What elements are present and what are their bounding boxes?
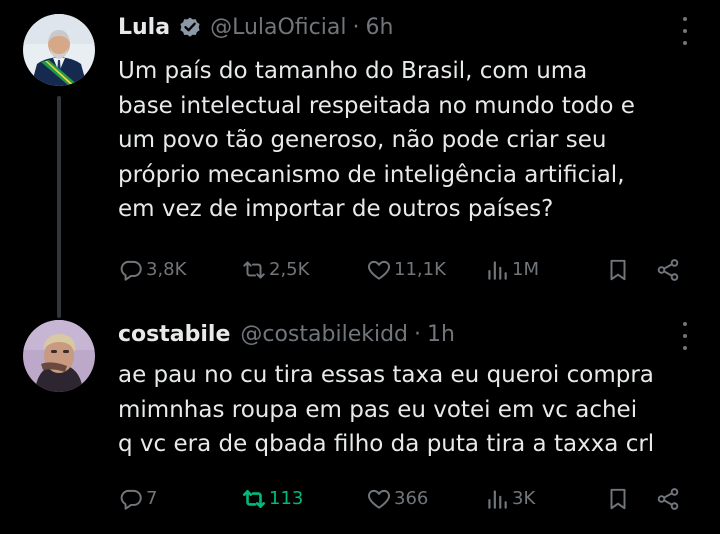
tweet-text-line: um povo tão generoso, não pode criar seu [118,127,607,153]
retweet-icon [243,261,265,279]
like-count: 366 [394,488,429,509]
display-name[interactable]: costabile [118,322,230,347]
tweet-text-line: base intelectual respeitada no mundo tod… [118,92,635,119]
share-icon [657,259,679,281]
share-icon [657,488,679,510]
like-icon [368,489,390,509]
tweet-lula[interactable]: Lula @LulaOficial · 6h Um país do tamanh… [0,0,720,318]
tweet-text-line: ae pau no cu tira essas taxa eu queroi c… [118,362,654,388]
tweet-header: Lula @LulaOficial · 6h [118,11,393,43]
bookmark-icon [610,488,626,510]
timestamp[interactable]: 1h [427,322,455,347]
share-button[interactable] [655,255,683,285]
handle[interactable]: @LulaOficial [210,15,346,40]
views-button[interactable]: 3K [484,484,535,514]
more-icon[interactable] [680,17,690,45]
reply-button[interactable]: 3,8K [118,255,186,285]
reply-count: 7 [146,488,158,509]
avatar[interactable] [23,320,95,392]
like-icon [368,260,390,280]
action-bar: 3,8K 2,5K 11,1K 1M [0,255,720,285]
like-count: 11,1K [394,259,446,280]
avatar[interactable] [23,14,95,86]
views-button[interactable]: 1M [484,255,539,285]
tweet-text-line: Um país do tamanho do Brasil, com uma [118,58,588,84]
retweet-button[interactable]: 2,5K [241,255,309,285]
retweet-button[interactable]: 113 [241,484,303,514]
handle[interactable]: @costabilekidd [240,322,408,347]
tweet-text: Um país do tamanho do Brasil, com uma ba… [118,54,708,227]
bookmark-button[interactable] [605,484,633,514]
views-icon [488,261,507,280]
tweet-text-line: q vc era de qbada filho da puta tira a t… [118,431,655,457]
reply-icon [120,489,142,510]
retweet-count: 2,5K [269,259,310,280]
display-name[interactable]: Lula [118,15,170,40]
tweet-text-line: em vez de importar de outros países? [118,196,554,222]
bookmark-button[interactable] [605,255,633,285]
reply-icon [120,260,142,281]
verified-icon [178,15,202,39]
retweet-icon [242,490,266,508]
action-bar: 7 113 366 3K [0,484,720,514]
more-icon[interactable] [680,322,690,350]
timestamp[interactable]: 6h [365,15,393,40]
like-button[interactable]: 366 [366,484,428,514]
reply-count: 3,8K [146,259,187,280]
views-icon [488,490,507,509]
view-count: 3K [512,488,536,509]
tweet-text-line: mimnhas roupa em pas eu votei em vc ache… [118,396,638,423]
tweet-text-line: próprio mecanismo de inteligência artifi… [118,161,625,188]
retweet-count: 113 [269,488,304,509]
reply-button[interactable]: 7 [118,484,157,514]
tweet-costabile[interactable]: costabile @costabilekidd · 1h ae pau no … [0,310,720,534]
separator-dot: · [352,14,360,40]
separator-dot: · [414,321,422,347]
share-button[interactable] [655,484,683,514]
bookmark-icon [610,259,626,281]
tweet-header: costabile @costabilekidd · 1h [118,318,455,350]
tweet-text: ae pau no cu tira essas taxa eu queroi c… [118,358,708,462]
like-button[interactable]: 11,1K [366,255,446,285]
view-count: 1M [512,259,539,280]
